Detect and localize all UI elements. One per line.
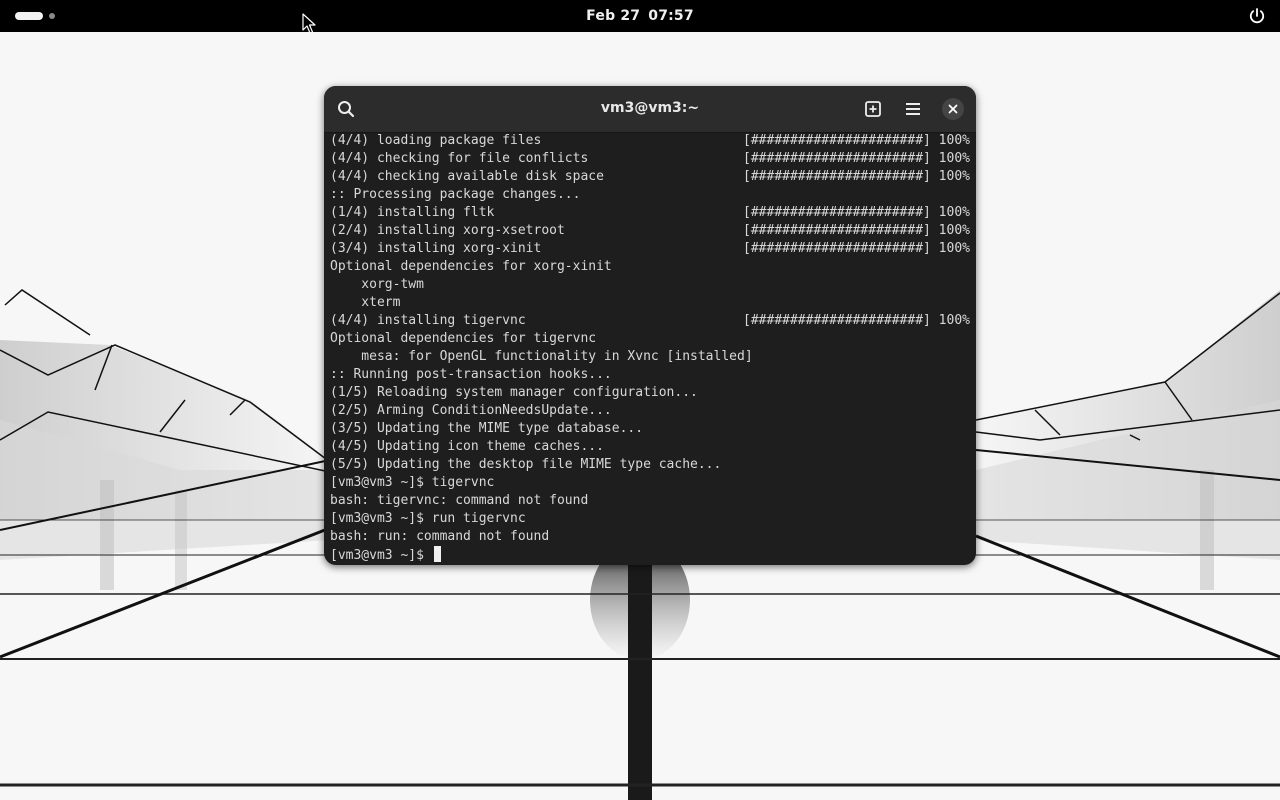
terminal-line-text: Optional dependencies for xorg-xinit	[330, 259, 612, 274]
terminal-line-text: (4/4) installing tigervnc	[330, 313, 526, 328]
progress-bar-text: [######################] 100%	[743, 169, 970, 184]
terminal-line-text: bash: tigervnc: command not found	[330, 493, 589, 508]
terminal-line-text: :: Processing package changes...	[330, 187, 581, 202]
terminal-line: [vm3@vm3 ~]$ run tigervnc	[330, 510, 970, 528]
terminal-line: (4/4) checking for file conflicts [######…	[330, 150, 970, 168]
terminal-line-text: (2/4) installing xorg-xsetroot	[330, 223, 565, 238]
progress-bar-text: [######################] 100%	[743, 133, 970, 148]
terminal-line-text: (3/5) Updating the MIME type database...	[330, 421, 644, 436]
progress-bar-text: [######################] 100%	[743, 241, 970, 256]
top-bar: Feb 27 07:57	[0, 0, 1280, 32]
new-tab-button[interactable]	[859, 95, 887, 123]
terminal-line-text: (4/4) checking for file conflicts	[330, 151, 589, 166]
terminal-line: (4/4) checking available disk space [####…	[330, 168, 970, 186]
terminal-line-text: Optional dependencies for tigervnc	[330, 331, 597, 346]
terminal-line: mesa: for OpenGL functionality in Xvnc […	[330, 348, 970, 366]
terminal-headerbar[interactable]: vm3@vm3:~	[324, 86, 976, 133]
terminal-line: (1/5) Reloading system manager configura…	[330, 384, 970, 402]
power-icon[interactable]	[1248, 7, 1266, 25]
terminal-line: bash: tigervnc: command not found	[330, 492, 970, 510]
terminal-line: (4/4) installing tigervnc [##############…	[330, 312, 970, 330]
clock-date: Feb 27	[586, 8, 641, 24]
terminal-line-text: :: Running post-transaction hooks...	[330, 367, 612, 382]
terminal-line-text: (4/4) checking available disk space	[330, 169, 604, 184]
terminal-line: :: Processing package changes...	[330, 186, 970, 204]
terminal-line: (1/4) installing fltk [##################…	[330, 204, 970, 222]
terminal-line: (2/5) Arming ConditionNeedsUpdate...	[330, 402, 970, 420]
terminal-line-text: (5/5) Updating the desktop file MIME typ…	[330, 457, 722, 472]
terminal-line-text: xorg-twm	[330, 277, 424, 292]
terminal-line: Optional dependencies for tigervnc	[330, 330, 970, 348]
main-menu-button[interactable]	[899, 95, 927, 123]
terminal-line: Optional dependencies for xorg-xinit	[330, 258, 970, 276]
terminal-line: (4/5) Updating icon theme caches...	[330, 438, 970, 456]
progress-bar-text: [######################] 100%	[743, 151, 970, 166]
terminal-output[interactable]: (4/4) loading package files [############…	[330, 132, 970, 564]
terminal-line-text: (3/4) installing xorg-xinit	[330, 241, 542, 256]
terminal-line-text: mesa: for OpenGL functionality in Xvnc […	[330, 349, 753, 364]
date-time-clock[interactable]: Feb 27 07:57	[0, 0, 1280, 32]
terminal-line: xterm	[330, 294, 970, 312]
text-cursor	[433, 546, 441, 562]
terminal-line: [vm3@vm3 ~]$	[330, 546, 970, 564]
terminal-line: bash: run: command not found	[330, 528, 970, 546]
terminal-line: (3/4) installing xorg-xinit [############…	[330, 240, 970, 258]
terminal-line-text: (1/5) Reloading system manager configura…	[330, 385, 698, 400]
terminal-line: :: Running post-transaction hooks...	[330, 366, 970, 384]
terminal-line-text: (4/4) loading package files	[330, 133, 542, 148]
progress-bar-text: [######################] 100%	[743, 313, 970, 328]
close-button[interactable]	[939, 95, 967, 123]
terminal-line: (5/5) Updating the desktop file MIME typ…	[330, 456, 970, 474]
new-tab-icon	[865, 101, 881, 117]
shell-prompt: [vm3@vm3 ~]$	[330, 548, 432, 563]
terminal-line-text: [vm3@vm3 ~]$ run tigervnc	[330, 511, 526, 526]
hamburger-menu-icon	[906, 103, 920, 115]
terminal-window[interactable]: vm3@vm3:~ (4/4) loading package files [#…	[324, 86, 976, 565]
clock-time: 07:57	[648, 8, 694, 24]
progress-bar-text: [######################] 100%	[743, 205, 970, 220]
terminal-line-text: [vm3@vm3 ~]$ tigervnc	[330, 475, 495, 490]
terminal-line-text: (2/5) Arming ConditionNeedsUpdate...	[330, 403, 612, 418]
terminal-line-text: (1/4) installing fltk	[330, 205, 495, 220]
terminal-line: (4/4) loading package files [############…	[330, 132, 970, 150]
close-icon	[948, 104, 958, 114]
terminal-line-text: xterm	[330, 295, 401, 310]
terminal-line: (3/5) Updating the MIME type database...	[330, 420, 970, 438]
terminal-line-text: (4/5) Updating icon theme caches...	[330, 439, 604, 454]
terminal-line: (2/4) installing xorg-xsetroot [#########…	[330, 222, 970, 240]
terminal-line-text: bash: run: command not found	[330, 529, 550, 544]
terminal-line: [vm3@vm3 ~]$ tigervnc	[330, 474, 970, 492]
terminal-line: xorg-twm	[330, 276, 970, 294]
progress-bar-text: [######################] 100%	[743, 223, 970, 238]
